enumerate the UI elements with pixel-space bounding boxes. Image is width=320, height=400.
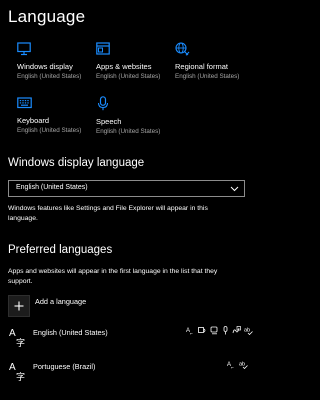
language-name: English (United States) [33, 328, 108, 337]
svg-text:A: A [9, 328, 16, 339]
tile-label: Windows display [17, 62, 73, 71]
svg-text:ab: ab [239, 362, 245, 368]
display-language-description: Windows features like Settings and File … [8, 204, 208, 223]
display-language-dropdown[interactable]: English (United States) [8, 180, 245, 197]
display-language-icon: A ⌐ [227, 362, 234, 369]
add-icon-box [8, 295, 30, 317]
description-line: Windows features like Settings and File … [8, 205, 208, 212]
display-language-icon: A ⌐ [186, 328, 193, 335]
svg-text:ab: ab [244, 328, 250, 334]
tile-apps-websites[interactable]: Apps & websites English (United States) [96, 42, 186, 80]
language-icon: A 字 [9, 362, 25, 382]
tile-label: Regional format [175, 62, 228, 71]
language-name: Portuguese (Brazil) [33, 362, 96, 371]
app-window-icon [96, 42, 110, 55]
svg-text:⌐: ⌐ [231, 365, 234, 369]
preferred-languages-description: Apps and websites will appear in the fir… [8, 267, 217, 286]
svg-text:A: A [9, 362, 16, 373]
language-features: A ⌐ ab [186, 326, 253, 335]
display-language-heading: Windows display language [8, 157, 145, 169]
add-language-button[interactable]: Add a language [8, 295, 168, 317]
language-item-portuguese-brazil[interactable]: A 字 Portuguese (Brazil) A ⌐ ab [8, 360, 248, 386]
page-title: Language [8, 7, 86, 26]
description-line: support. [8, 277, 33, 285]
keyboard-icon [17, 97, 32, 109]
tile-sublabel: English (United States) [96, 128, 161, 135]
language-icon: A 字 [9, 328, 25, 348]
tile-sublabel: English (United States) [17, 73, 82, 80]
speech-recognition-icon [210, 326, 218, 335]
spellcheck-icon: ab [239, 362, 248, 369]
plus-icon [14, 301, 24, 311]
tile-label: Speech [96, 117, 122, 126]
microphone-icon [97, 96, 109, 111]
tile-label: Keyboard [17, 116, 50, 125]
dropdown-selected-value: English (United States) [16, 184, 88, 191]
microphone-icon [223, 326, 228, 335]
chevron-down-icon [230, 186, 239, 192]
svg-text:字: 字 [16, 337, 25, 348]
svg-text:⌐: ⌐ [190, 331, 193, 335]
language-item-english-us[interactable]: A 字 English (United States) A ⌐ ab [8, 326, 253, 352]
tile-sublabel: English (United States) [17, 127, 82, 134]
tile-keyboard[interactable]: Keyboard English (United States) [17, 96, 107, 134]
tile-speech[interactable]: Speech English (United States) [96, 96, 186, 135]
tile-sublabel: English (United States) [96, 73, 161, 80]
language-features: A ⌐ ab [227, 360, 248, 369]
preferred-languages-heading: Preferred languages [8, 244, 113, 256]
monitor-icon [17, 42, 31, 56]
description-line: language. [8, 214, 38, 222]
tile-windows-display[interactable]: Windows display English (United States) [17, 42, 107, 80]
add-language-label: Add a language [35, 297, 87, 306]
description-line: Apps and websites will appear in the fir… [8, 268, 218, 275]
svg-text:字: 字 [16, 371, 25, 382]
tile-label: Apps & websites [96, 62, 152, 71]
spellcheck-icon: ab [244, 328, 253, 335]
globe-icon [175, 42, 190, 56]
text-to-speech-icon [198, 327, 206, 333]
tile-sublabel: English (United States) [175, 73, 240, 80]
tile-regional-format[interactable]: Regional format English (United States) [175, 42, 265, 80]
handwriting-icon [232, 326, 241, 334]
